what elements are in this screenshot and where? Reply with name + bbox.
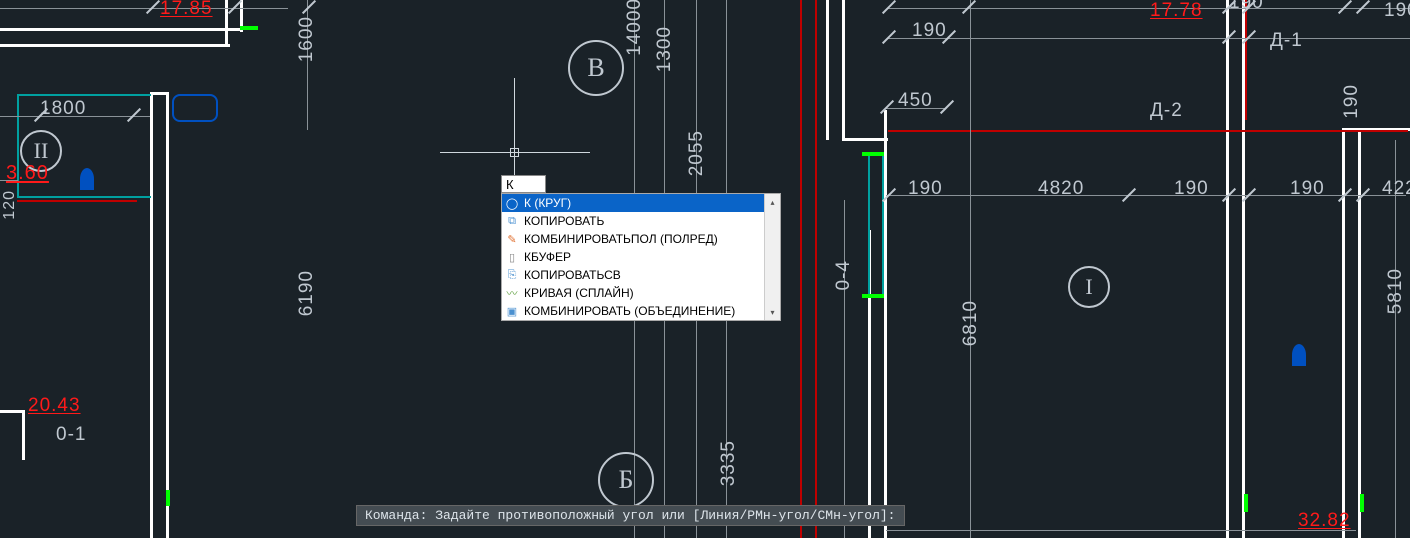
dim-3335: 3335 [718,440,740,486]
polyedit-icon: ✎ [504,231,520,247]
dim-14000: 14000 [624,0,646,56]
autocomplete-item-circle[interactable]: ◯ К (КРУГ) [502,194,780,212]
dim-190b: 190 [1229,0,1264,14]
copy-icon: ⧉ [504,213,520,229]
dim-6190: 6190 [296,270,318,316]
cad-drawing-canvas[interactable]: В Б I II 17.85 1600 1800 3.60 14000 120 … [0,0,1410,538]
matchprop-icon: ⎘ [504,267,520,283]
combine-icon: ▣ [504,303,520,319]
dim-1600: 1600 [296,16,318,62]
autocomplete-item-buffer[interactable]: ▯ КБУФЕР [502,248,780,266]
scroll-up-icon[interactable]: ▴ [765,194,780,210]
dim-5810: 5810 [1385,268,1407,314]
dim-D1: Д-1 [1270,30,1303,52]
dim-190f: 190 [1290,178,1325,200]
roommark-label: II [34,138,49,164]
autocomplete-item-label: КРИВАЯ (СПЛАЙН) [524,286,634,300]
dim-6810: 6810 [960,300,982,346]
autocomplete-item-label: КОПИРОВАТЬ [524,214,604,228]
autocomplete-item-label: К (КРУГ) [524,196,571,210]
dim-0-4: 0-4 [833,260,855,290]
autocomplete-dropdown[interactable]: ◯ К (КРУГ) ⧉ КОПИРОВАТЬ ✎ КОМБИНИРОВАТЬП… [501,193,781,321]
dim-0-1: 0-1 [56,424,86,446]
dim-1300: 1300 [654,26,676,72]
dim-2055: 2055 [686,130,708,176]
autocomplete-item-spline[interactable]: 〰 КРИВАЯ (СПЛАЙН) [502,284,780,302]
dim-4820: 4820 [1038,178,1084,200]
autocomplete-item-label: КОМБИНИРОВАТЬПОЛ (ПОЛРЕД) [524,232,718,246]
dynamic-input[interactable]: К [501,175,546,193]
autocomplete-item-copy[interactable]: ⧉ КОПИРОВАТЬ [502,212,780,230]
autocomplete-item-label: КОМБИНИРОВАТЬ (ОБЪЕДИНЕНИЕ) [524,304,735,318]
autocomplete-item-label: КОПИРОВАТЬСВ [524,268,621,282]
gridmark-Bsmall: Б [598,452,654,508]
buffer-icon: ▯ [504,249,520,265]
dim-422: 422 [1382,178,1410,200]
spline-icon: 〰 [504,285,520,301]
dim-190e: 190 [1174,178,1209,200]
dim-120: 120 [1,190,19,220]
gridmark-B: В [568,40,624,96]
autocomplete-item-polyedit[interactable]: ✎ КОМБИНИРОВАТЬПОЛ (ПОЛРЕД) [502,230,780,248]
dim-190g: 190 [1384,0,1410,22]
dim-32-82: 32.82 [1298,510,1351,532]
dim-3-60: 3.60 [6,162,49,185]
gridmark-label: Б [619,465,634,495]
dim-D2: Д-2 [1150,100,1183,122]
autocomplete-scrollbar[interactable]: ▴ ▾ [764,194,780,320]
dynamic-input-value: К [506,177,514,192]
autocomplete-item-combine[interactable]: ▣ КОМБИНИРОВАТЬ (ОБЪЕДИНЕНИЕ) [502,302,780,320]
gridmark-label: В [587,53,604,83]
dim-190a: 190 [912,20,947,42]
autocomplete-item-label: КБУФЕР [524,250,571,264]
dim-190d: 190 [908,178,943,200]
dim-20-43: 20.43 [28,395,81,417]
dim-17-78: 17.78 [1150,0,1203,22]
roommark-label: I [1085,274,1092,300]
command-line[interactable]: Команда: Задайте противоположный угол ил… [356,505,905,526]
circle-icon: ◯ [504,195,520,211]
autocomplete-item-matchprop[interactable]: ⎘ КОПИРОВАТЬСВ [502,266,780,284]
command-line-text: Команда: Задайте противоположный угол ил… [365,508,896,523]
crosshair-pickbox [510,148,519,157]
dim-1800: 1800 [40,98,86,120]
dim-190c: 190 [1341,84,1363,119]
roommark-I: I [1068,266,1110,308]
scroll-down-icon[interactable]: ▾ [765,304,780,320]
dim-450: 450 [898,90,933,112]
dim-17-85: 17.85 [160,0,213,20]
